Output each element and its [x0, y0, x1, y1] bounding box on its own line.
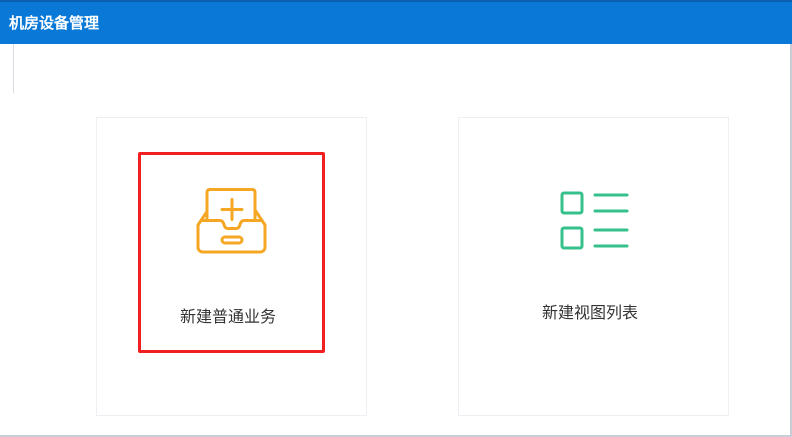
left-collapsed-sidebar: [0, 44, 14, 93]
inbox-plus-icon: [196, 188, 268, 254]
new-view-list-panel[interactable]: [458, 117, 729, 416]
title-bar: 机房设备管理: [0, 0, 792, 44]
window-title: 机房设备管理: [9, 14, 100, 32]
list-icon: [560, 190, 630, 250]
new-business-label: 新建普通业务: [180, 307, 277, 326]
app-window: 机房设备管理 新建普通业务 新建视图列表: [0, 0, 792, 437]
new-view-list-label: 新建视图列表: [542, 303, 639, 322]
